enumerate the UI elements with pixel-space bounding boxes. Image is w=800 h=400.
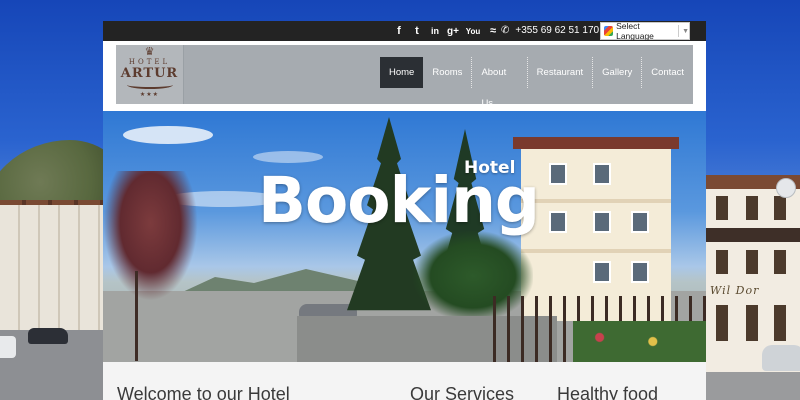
tree-trunk: [135, 271, 138, 361]
window: [774, 196, 786, 220]
nav-gallery[interactable]: Gallery: [593, 57, 643, 88]
phone-icon: ✆: [501, 25, 510, 36]
window: [593, 261, 611, 283]
rss-icon[interactable]: ≈: [487, 25, 499, 37]
language-select[interactable]: Select Language ▼: [600, 21, 690, 41]
content-section: Welcome to our Hotel Our Services Health…: [103, 362, 706, 400]
balcony: [706, 228, 800, 242]
header: ♛ HOTEL ARTUR ★★★ Home Rooms About Us Re…: [116, 45, 693, 109]
window: [716, 250, 728, 274]
window: [716, 305, 728, 341]
divider: [678, 25, 680, 37]
houses: [0, 205, 103, 335]
top-bar: f t in g+ You ≈ ✆ +355 69 62 51 170 Selec…: [103, 21, 706, 41]
nav-contact[interactable]: Contact: [642, 57, 693, 88]
chevron-down-icon: ▼: [682, 27, 689, 35]
window: [631, 261, 649, 283]
window: [593, 163, 611, 185]
window: [549, 163, 567, 185]
window: [716, 196, 728, 220]
facebook-icon[interactable]: f: [393, 25, 405, 37]
hero-banner: Booking Hotel: [103, 111, 706, 362]
window: [593, 211, 611, 233]
window: [549, 211, 567, 233]
phone-contact[interactable]: ✆ +355 69 62 51 170: [501, 21, 599, 41]
background-left-scenery: [0, 0, 103, 400]
window: [746, 196, 758, 220]
nav-restaurant[interactable]: Restaurant: [528, 57, 594, 88]
roof: [513, 137, 679, 149]
tree: [103, 171, 198, 301]
phone-number: +355 69 62 51 170: [515, 25, 600, 36]
youtube-icon[interactable]: You: [465, 27, 481, 36]
car: [762, 345, 800, 371]
services-heading: Our Services: [410, 384, 515, 400]
balcony: [521, 249, 671, 253]
google-translate-icon: [604, 26, 614, 36]
background-right-scenery: Wil Dor: [706, 0, 800, 400]
flower-garden: [573, 321, 706, 362]
main-nav: Home Rooms About Us Restaurant Gallery C…: [380, 57, 693, 109]
crown-icon: ♛: [144, 46, 155, 58]
hotel-building: [513, 137, 679, 321]
logo-name: ARTUR: [120, 66, 179, 81]
welcome-heading: Welcome to our Hotel: [117, 384, 290, 400]
car: [0, 336, 16, 358]
site-container: f t in g+ You ≈ ✆ +355 69 62 51 170 Selec…: [103, 21, 706, 400]
nav-home[interactable]: Home: [380, 57, 424, 88]
cloud: [253, 151, 323, 163]
cloud: [123, 126, 213, 144]
logo-stars: ★★★: [139, 92, 160, 98]
hotel-logo[interactable]: ♛ HOTEL ARTUR ★★★: [116, 45, 184, 104]
car: [28, 328, 68, 344]
building-sign: Wil Dor: [710, 284, 760, 297]
google-plus-icon[interactable]: g+: [447, 26, 459, 37]
twitter-icon[interactable]: t: [411, 25, 423, 37]
window: [746, 250, 758, 274]
window: [774, 305, 786, 341]
balcony: [521, 199, 671, 203]
nav-rooms[interactable]: Rooms: [423, 57, 473, 88]
nav-about-us[interactable]: About Us: [472, 57, 528, 109]
window: [774, 250, 786, 274]
food-heading: Healthy food: [557, 384, 659, 400]
road: [706, 372, 800, 400]
logo-swoosh: [126, 81, 173, 89]
door: [746, 305, 758, 341]
language-label: Select Language: [616, 21, 654, 41]
hero-subtitle: Hotel: [464, 158, 516, 178]
satellite-dish: [776, 178, 796, 198]
social-links: f t in g+ You ≈: [393, 21, 499, 41]
linkedin-icon[interactable]: in: [429, 26, 441, 36]
window: [631, 211, 649, 233]
